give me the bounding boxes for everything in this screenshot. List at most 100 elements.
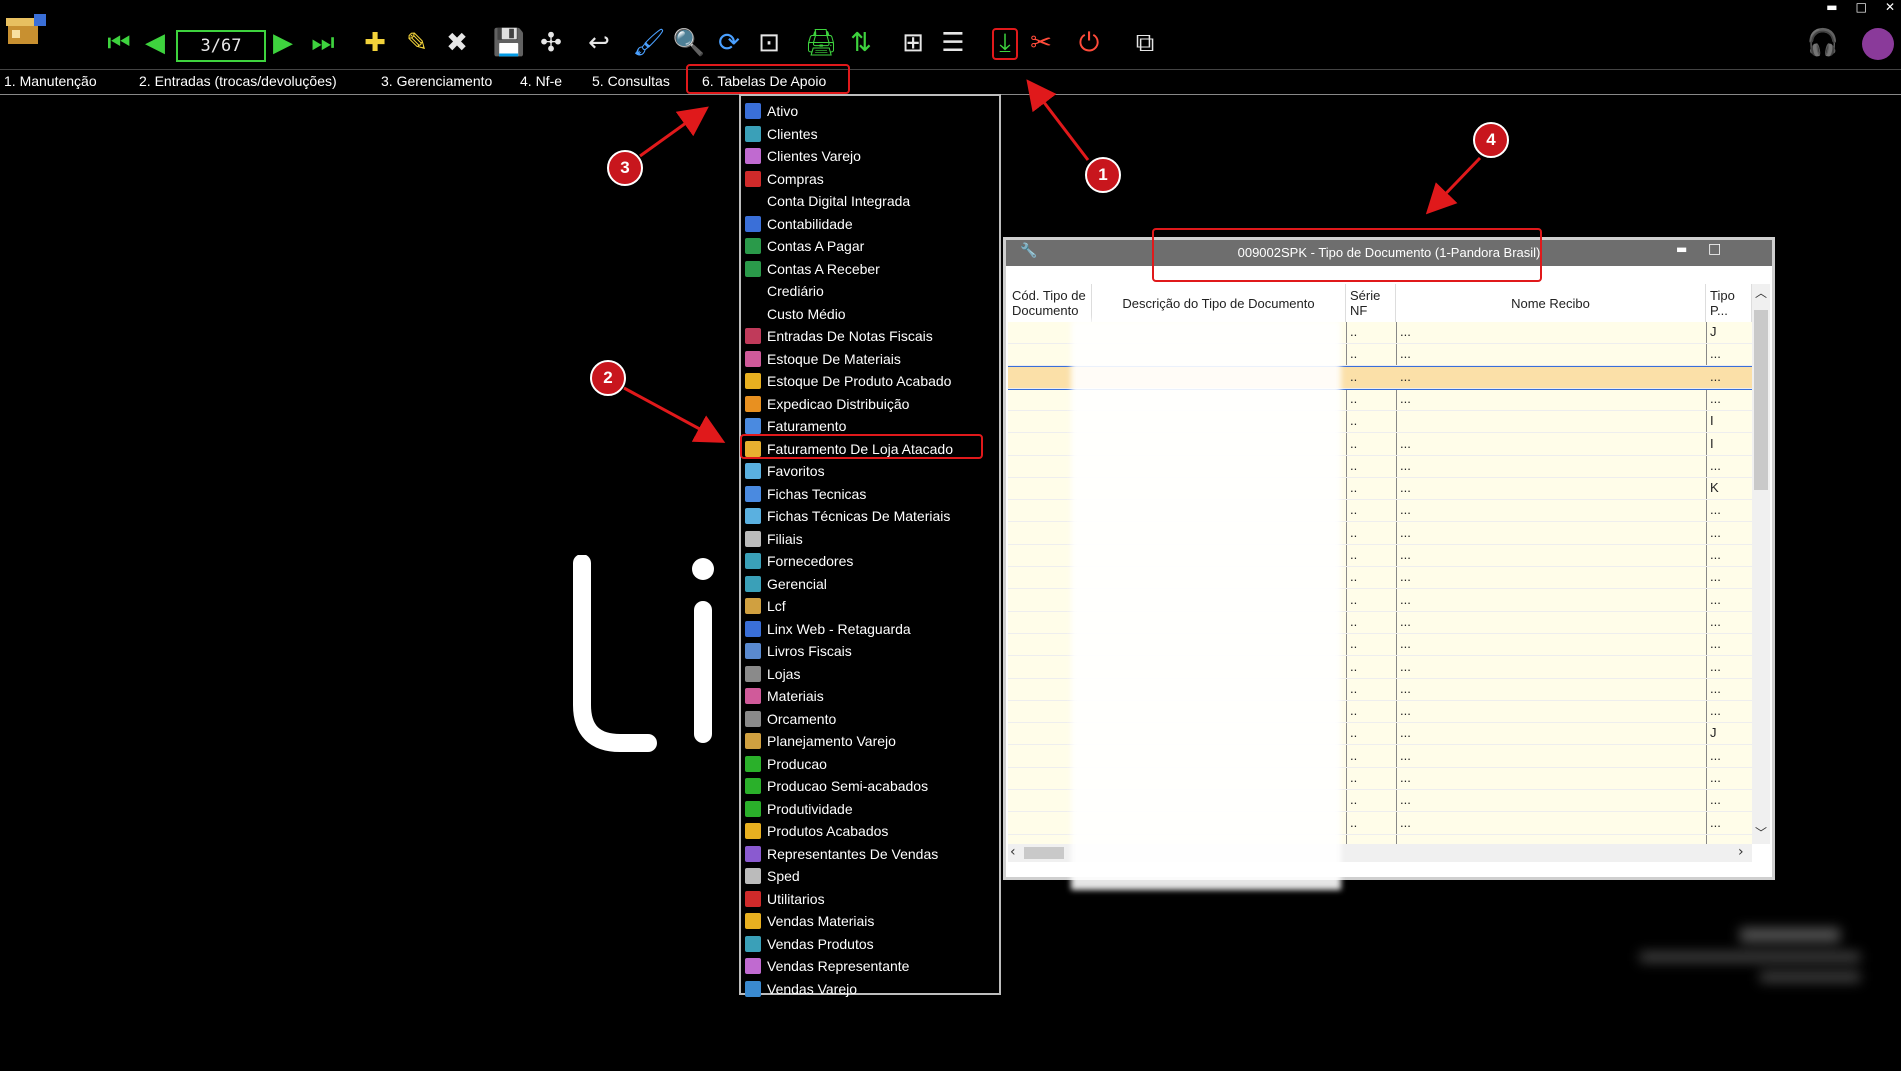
child-minimize-button[interactable]: ▬ bbox=[1676, 242, 1687, 256]
undo-icon[interactable]: ↩ bbox=[582, 26, 616, 60]
dropdown-item[interactable]: Linx Web - Retaguarda bbox=[745, 618, 995, 640]
vertical-scrollbar[interactable]: ︿ ﹀ bbox=[1752, 284, 1770, 844]
child-maximize-button[interactable]: □ bbox=[1708, 241, 1721, 257]
dropdown-item[interactable]: Clientes Varejo bbox=[745, 145, 995, 167]
dropdown-item[interactable]: Compras bbox=[745, 168, 995, 190]
dropdown-item[interactable]: Crediário bbox=[745, 280, 995, 302]
dropdown-item[interactable]: Expedicao Distribuição bbox=[745, 393, 995, 415]
col-nome-recibo[interactable]: Nome Recibo bbox=[1396, 284, 1706, 322]
cell-serie: .. bbox=[1350, 457, 1358, 473]
dropdown-item[interactable]: Contas A Pagar bbox=[745, 235, 995, 257]
cell-tipo: J bbox=[1710, 324, 1717, 339]
minimize-button[interactable]: ▬ bbox=[1826, 0, 1837, 14]
dropdown-item[interactable]: Fichas Técnicas De Materiais bbox=[745, 505, 995, 527]
next-record-icon[interactable]: ▶ bbox=[266, 26, 300, 60]
first-record-icon[interactable]: ⏮ bbox=[102, 26, 136, 60]
dropdown-item[interactable]: Contas A Receber bbox=[745, 258, 995, 280]
dropdown-item[interactable]: Estoque De Materiais bbox=[745, 348, 995, 370]
dropdown-item[interactable]: Livros Fiscais bbox=[745, 640, 995, 662]
dropdown-item[interactable]: Utilitarios bbox=[745, 888, 995, 910]
previous-record-icon[interactable]: ◀ bbox=[138, 26, 172, 60]
refresh-icon[interactable]: ⟳ bbox=[712, 26, 746, 60]
dropdown-item[interactable]: Materiais bbox=[745, 685, 995, 707]
dropdown-item[interactable]: Estoque De Produto Acabado bbox=[745, 370, 995, 392]
tools-icon[interactable]: ✂ bbox=[1024, 26, 1058, 60]
support-headset-icon[interactable]: 🎧 bbox=[1806, 26, 1840, 60]
dropdown-item[interactable]: Producao bbox=[745, 753, 995, 775]
hscroll-thumb[interactable] bbox=[1024, 847, 1064, 859]
dropdown-item-label: Livros Fiscais bbox=[767, 643, 852, 659]
menu-manutencao[interactable]: 1. Manutenção bbox=[4, 72, 97, 90]
app-logo-icon bbox=[6, 14, 46, 44]
dropdown-item[interactable]: Planejamento Varejo bbox=[745, 730, 995, 752]
cell-serie: .. bbox=[1350, 368, 1358, 384]
menu-consultas[interactable]: 5. Consultas bbox=[592, 72, 670, 90]
col-tipo-pagamento[interactable]: Tipo P... bbox=[1706, 284, 1752, 322]
maximize-button[interactable]: □ bbox=[1856, 0, 1867, 14]
dropdown-item[interactable]: Representantes De Vendas bbox=[745, 843, 995, 865]
dropdown-item[interactable]: Sped bbox=[745, 865, 995, 887]
dropdown-item[interactable]: Fichas Tecnicas bbox=[745, 483, 995, 505]
dropdown-item-label: Contabilidade bbox=[767, 215, 853, 232]
dropdown-item[interactable]: Vendas Varejo bbox=[745, 978, 995, 1000]
dropdown-item[interactable]: Contabilidade bbox=[745, 213, 995, 235]
edit-icon[interactable]: ✎ bbox=[400, 26, 434, 60]
extra-icon[interactable]: ✣ bbox=[534, 26, 568, 60]
dropdown-item[interactable]: Filiais bbox=[745, 528, 995, 550]
cell-tipo: ... bbox=[1710, 457, 1721, 473]
add-icon[interactable]: ✚ bbox=[358, 26, 392, 60]
sort-icon[interactable]: ⇅ bbox=[844, 26, 878, 60]
zoom-window-icon[interactable]: ⊡ bbox=[752, 26, 786, 60]
redacted-description-column bbox=[1071, 320, 1341, 890]
print-icon[interactable]: 🖨 bbox=[804, 26, 838, 60]
dropdown-item[interactable]: Custo Médio bbox=[745, 303, 995, 325]
dropdown-item[interactable]: Orcamento bbox=[745, 708, 995, 730]
menu-entry-icon bbox=[745, 193, 761, 209]
scroll-up-icon[interactable]: ︿ bbox=[1755, 284, 1767, 301]
power-icon[interactable]: ⏻ bbox=[1072, 26, 1106, 60]
menu-nfe[interactable]: 4. Nf-e bbox=[520, 72, 562, 90]
dropdown-item[interactable]: Producao Semi-acabados bbox=[745, 775, 995, 797]
document-list-icon[interactable]: ☰ bbox=[936, 26, 970, 60]
col-serie-nf[interactable]: Série NF bbox=[1346, 284, 1396, 322]
close-button[interactable]: ✕ bbox=[1885, 0, 1895, 14]
col-cod-tipo-documento[interactable]: Cód. Tipo de Documento bbox=[1008, 284, 1092, 322]
scroll-thumb[interactable] bbox=[1754, 310, 1768, 490]
dropdown-item[interactable]: Produtos Acabados bbox=[745, 820, 995, 842]
cell-serie: .. bbox=[1350, 725, 1358, 741]
scroll-down-icon[interactable]: ﹀ bbox=[1755, 824, 1767, 841]
dropdown-item[interactable]: Vendas Representante bbox=[745, 955, 995, 977]
dropdown-item[interactable]: Ativo bbox=[745, 100, 995, 122]
dropdown-item[interactable]: Conta Digital Integrada bbox=[745, 190, 995, 212]
dropdown-item[interactable]: Fornecedores bbox=[745, 550, 995, 572]
search-icon[interactable]: 🔍 bbox=[672, 26, 706, 60]
highlight-faturamento-loja-atacado bbox=[740, 434, 983, 459]
menu-entry-icon bbox=[745, 643, 761, 659]
dropdown-item[interactable]: Lcf bbox=[745, 595, 995, 617]
dropdown-item[interactable]: Produtividade bbox=[745, 798, 995, 820]
dropdown-item[interactable]: Lojas bbox=[745, 663, 995, 685]
clean-icon[interactable]: 🖌 bbox=[632, 26, 666, 60]
last-record-icon[interactable]: ⏭ bbox=[306, 26, 340, 60]
scroll-right-icon[interactable]: › bbox=[1738, 844, 1744, 860]
new-document-icon[interactable]: ⊞ bbox=[896, 26, 930, 60]
menu-entradas[interactable]: 2. Entradas (trocas/devoluções) bbox=[139, 72, 337, 90]
save-icon[interactable]: 💾 bbox=[492, 26, 526, 60]
cell-tipo: ... bbox=[1710, 703, 1721, 719]
dropdown-item-label: Producao bbox=[767, 755, 827, 772]
col-descricao-tipo-documento[interactable]: Descrição do Tipo de Documento bbox=[1092, 284, 1346, 322]
dropdown-item[interactable]: Vendas Materiais bbox=[745, 910, 995, 932]
scroll-left-icon[interactable]: ‹ bbox=[1010, 844, 1016, 860]
dropdown-item[interactable]: Gerencial bbox=[745, 573, 995, 595]
dropdown-item[interactable]: Entradas De Notas Fiscais bbox=[745, 325, 995, 347]
menu-gerenciamento[interactable]: 3. Gerenciamento bbox=[381, 72, 492, 90]
menu-entry-icon bbox=[745, 148, 761, 164]
user-avatar-icon[interactable] bbox=[1862, 28, 1894, 60]
cell-recibo: ... bbox=[1400, 390, 1411, 406]
dropdown-item[interactable]: Clientes bbox=[745, 123, 995, 145]
cell-recibo: ... bbox=[1400, 368, 1411, 384]
dropdown-item[interactable]: Favoritos bbox=[745, 460, 995, 482]
multi-window-icon[interactable]: ⧉ bbox=[1128, 26, 1162, 60]
delete-icon[interactable]: ✖ bbox=[440, 26, 474, 60]
dropdown-item[interactable]: Vendas Produtos bbox=[745, 933, 995, 955]
